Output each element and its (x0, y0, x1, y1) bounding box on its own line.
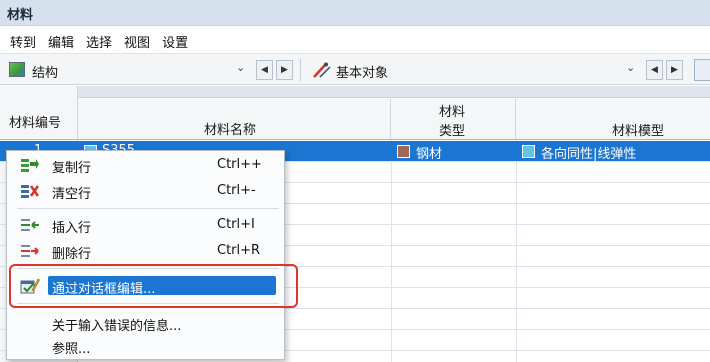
header-label: 材料 (439, 105, 466, 120)
insert-row-icon (21, 219, 39, 231)
menu-select[interactable]: 选择 (80, 27, 118, 53)
next-button[interactable]: ▶ (276, 60, 293, 80)
header-material-no[interactable]: 材料编号 (0, 86, 78, 140)
menu-item-label: 参照... (52, 342, 91, 357)
menu-item-label: 插入行 (52, 221, 92, 236)
menu-bar: 转到 编辑 选择 视图 设置 (0, 27, 710, 53)
material-model-swatch (522, 145, 535, 158)
header-label: 材料名称 (204, 123, 257, 138)
header-band (0, 86, 710, 98)
header-label: 类型 (439, 124, 466, 139)
header-material-type[interactable]: 材料 类型 (391, 99, 516, 140)
menu-item-label: 关于输入错误的信息... (52, 319, 182, 334)
copy-row-icon (21, 159, 39, 172)
header-material-model[interactable]: 材料模型 (516, 99, 710, 140)
object-type-dropdown[interactable]: 基本对象 (336, 62, 388, 81)
prev-button[interactable]: ◀ (256, 60, 273, 80)
basic-objects-icon (313, 62, 331, 78)
window-title: 材料 (0, 0, 710, 26)
menu-item-label: 复制行 (52, 161, 92, 176)
delete-row-icon (21, 245, 39, 257)
toolbar-extra-button[interactable] (694, 59, 710, 81)
material-type-swatch (397, 145, 410, 158)
menu-item-delete-row[interactable]: 删除行 Ctrl+R (7, 239, 286, 263)
prev-button[interactable]: ◀ (646, 60, 663, 80)
menu-item-clear-row[interactable]: 清空行 Ctrl+- (7, 179, 286, 203)
menu-item-insert-row[interactable]: 插入行 Ctrl+I (7, 213, 286, 237)
menu-goto[interactable]: 转到 (4, 27, 42, 53)
clear-row-icon (21, 185, 40, 198)
menu-edit[interactable]: 编辑 (42, 27, 80, 53)
menu-separator (17, 208, 279, 209)
menu-item-shortcut: Ctrl++ (217, 157, 262, 172)
menu-item-input-error-info[interactable]: 关于输入错误的信息... (7, 311, 286, 335)
chevron-down-icon[interactable]: ⌄ (626, 61, 635, 74)
structure-icon (9, 62, 25, 77)
menu-item-shortcut: Ctrl+I (217, 217, 255, 232)
toolbar-divider (300, 59, 301, 81)
menu-item-label: 删除行 (52, 247, 92, 262)
next-button[interactable]: ▶ (666, 60, 683, 80)
material-model: 各向同性|线弹性 (541, 147, 637, 162)
menu-item-reference[interactable]: 参照... (7, 334, 286, 358)
menu-item-label: 清空行 (52, 187, 92, 202)
header-material-name[interactable]: 材料名称 (78, 99, 391, 140)
header-label: 材料模型 (612, 124, 665, 139)
toolbar: 结构 ⌄ ◀ ▶ 基本对象 ⌄ ◀ ▶ (0, 53, 710, 85)
menu-settings[interactable]: 设置 (156, 27, 194, 53)
menu-item-shortcut: Ctrl+R (217, 243, 261, 258)
header-label: 材料编号 (9, 116, 62, 131)
menu-view[interactable]: 视图 (118, 27, 156, 53)
structure-dropdown[interactable]: 结构 (32, 62, 58, 81)
menu-item-copy-row[interactable]: 复制行 Ctrl++ (7, 153, 286, 177)
context-menu: 复制行 Ctrl++ 清空行 Ctrl+- 插入行 Ctrl+I 删除行 Ctr… (6, 150, 285, 360)
annotation-highlight-frame (9, 264, 298, 308)
chevron-down-icon[interactable]: ⌄ (236, 61, 245, 74)
menu-item-shortcut: Ctrl+- (217, 183, 256, 198)
material-type: 钢材 (416, 147, 443, 162)
